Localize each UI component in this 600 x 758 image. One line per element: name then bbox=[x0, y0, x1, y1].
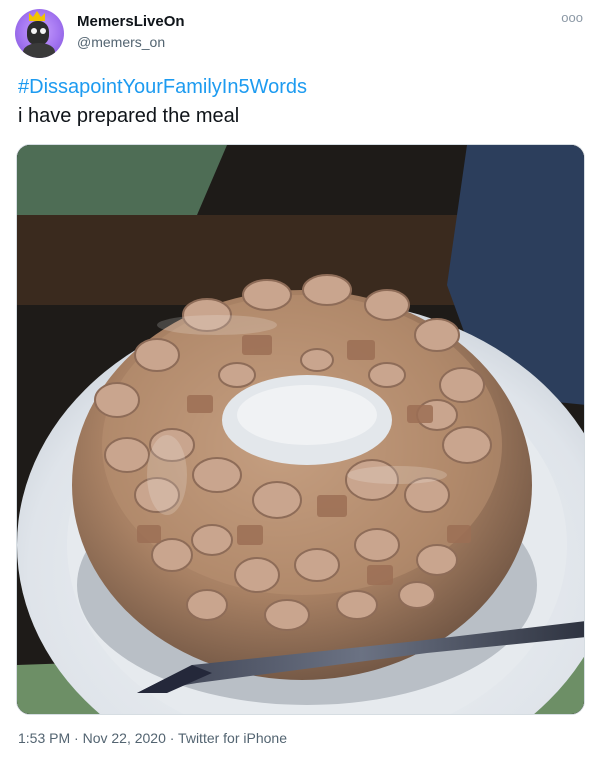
tweet-card: MemersLiveOn @memers_on ooo #DissapointY… bbox=[0, 0, 600, 758]
avatar-eye-right bbox=[40, 28, 46, 34]
hashtag-link[interactable]: #DissapointYourFamilyIn5Words bbox=[18, 76, 307, 99]
avatar-body bbox=[23, 43, 55, 58]
tweet-text: i have prepared the meal bbox=[18, 105, 240, 127]
tweet-photo[interactable] bbox=[16, 144, 585, 715]
more-options-icon[interactable]: ooo bbox=[561, 11, 583, 24]
avatar[interactable] bbox=[15, 9, 64, 58]
avatar-head bbox=[27, 21, 49, 45]
display-name[interactable]: MemersLiveOn bbox=[77, 13, 185, 30]
photo-illustration bbox=[17, 145, 584, 714]
crown-icon bbox=[29, 11, 45, 21]
tweet-timestamp[interactable]: 1:53 PM · Nov 22, 2020 · Twitter for iPh… bbox=[18, 730, 287, 746]
avatar-eye-left bbox=[31, 28, 37, 34]
user-handle[interactable]: @memers_on bbox=[77, 34, 165, 50]
